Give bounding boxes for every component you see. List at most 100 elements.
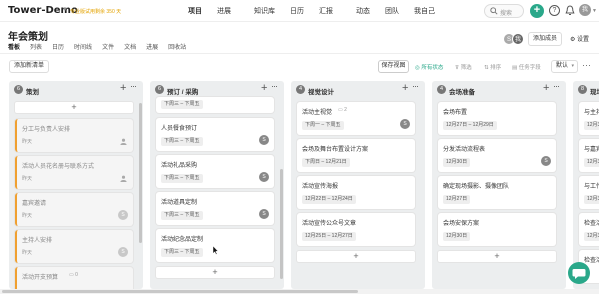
tab-timeline[interactable]: 时间线 bbox=[74, 42, 92, 51]
column-title[interactable]: 会场准备 bbox=[449, 86, 475, 96]
status-filter-button[interactable]: ◎ 所有状态 bbox=[415, 63, 443, 71]
trial-notice[interactable]: 专业版试用剩余 350 天 bbox=[70, 8, 121, 15]
task-date: 12月25日 – 12月27日 bbox=[302, 232, 356, 241]
task-card[interactable]: 确定现场摄影、摄像团队 12月27日 bbox=[438, 176, 556, 209]
chat-icon bbox=[572, 269, 586, 279]
add-task-plus-icon[interactable]: + bbox=[402, 82, 408, 94]
tab-progress[interactable]: 进展 bbox=[146, 42, 158, 51]
chat-button[interactable] bbox=[568, 262, 590, 284]
column-more-icon[interactable]: ··· bbox=[553, 81, 560, 91]
view-select[interactable]: 默认 ▾ bbox=[551, 60, 578, 73]
nav-me[interactable]: 我自己 bbox=[414, 6, 435, 16]
task-card[interactable]: 与主持 12月31 bbox=[579, 102, 599, 135]
tab-trash[interactable]: 回收站 bbox=[168, 42, 186, 51]
add-list-button[interactable]: 添加新清单 bbox=[9, 60, 49, 73]
column-title[interactable]: 现场 bbox=[590, 86, 599, 96]
user-avatar[interactable]: 我 bbox=[579, 4, 591, 16]
task-card[interactable]: 人员餐食预订 下周三 – 下周五 S bbox=[156, 118, 274, 151]
assignee-avatar[interactable]: S bbox=[259, 135, 269, 145]
toolbar-more-icon[interactable]: ··· bbox=[582, 60, 591, 70]
task-card[interactable]: 与嘉宾 12月31 bbox=[579, 139, 599, 172]
add-task-plus-icon[interactable]: + bbox=[120, 82, 126, 94]
task-card[interactable]: 下周三 – 下周五 bbox=[156, 97, 274, 113]
sort-button[interactable]: ⇅ 排序 bbox=[484, 63, 501, 71]
person-icon[interactable] bbox=[120, 138, 127, 145]
task-card[interactable]: 分工与负责人安排 昨天 bbox=[15, 119, 133, 152]
nav-projects[interactable]: 项目 bbox=[188, 6, 202, 16]
bell-icon[interactable] bbox=[565, 5, 575, 16]
scrollbar-thumb[interactable] bbox=[2, 290, 358, 293]
task-card[interactable]: 嘉宾邀请 昨天 S bbox=[15, 193, 133, 226]
workspace-caret-icon[interactable]: ▼ bbox=[62, 7, 68, 13]
add-task-plus-icon[interactable]: + bbox=[261, 82, 267, 94]
tab-list[interactable]: 列表 bbox=[30, 42, 42, 51]
board-horizontal-scrollbar[interactable] bbox=[0, 289, 599, 294]
task-card[interactable]: 主持人安排 昨天 S bbox=[15, 230, 133, 263]
task-date: 下周三 – 下周五 bbox=[161, 248, 203, 257]
task-card[interactable]: 活动礼品采购 下周三 – 下周五 S bbox=[156, 155, 274, 188]
help-icon[interactable]: ? bbox=[549, 5, 560, 16]
assignee-avatar[interactable]: S bbox=[541, 156, 551, 166]
nav-knowledge[interactable]: 知识库 bbox=[254, 6, 275, 16]
column-header: 4 视觉设计 + ··· bbox=[291, 81, 425, 99]
tab-calendar[interactable]: 日历 bbox=[52, 42, 64, 51]
search-box[interactable]: 搜索 bbox=[484, 4, 524, 18]
filter-button[interactable]: ⊽ 筛选 bbox=[455, 63, 472, 71]
nav-progress[interactable]: 进展 bbox=[217, 6, 231, 16]
nav-calendar[interactable]: 日历 bbox=[290, 6, 304, 16]
task-card[interactable]: 活动宣传公众号文章 12月25日 – 12月27日 bbox=[297, 213, 415, 246]
add-task-button[interactable]: + bbox=[438, 251, 556, 262]
assignee-avatar[interactable]: S bbox=[259, 172, 269, 182]
tab-docs[interactable]: 文档 bbox=[124, 42, 136, 51]
nav-team[interactable]: 团队 bbox=[385, 6, 399, 16]
assignee-avatar[interactable]: S bbox=[118, 247, 128, 257]
subtask-count-value: 0 bbox=[75, 272, 78, 278]
task-title: 与嘉宾 bbox=[584, 147, 599, 153]
add-task-button[interactable]: + bbox=[15, 102, 133, 113]
search-icon bbox=[490, 7, 498, 15]
task-title: 与工作 bbox=[584, 184, 599, 190]
task-date: 12月30日 bbox=[443, 158, 471, 167]
column-more-icon[interactable]: ··· bbox=[130, 81, 137, 91]
tab-files[interactable]: 文件 bbox=[102, 42, 114, 51]
task-card[interactable]: 活动人员花名册与联系方式 昨天 bbox=[15, 156, 133, 189]
column-title[interactable]: 策划 bbox=[26, 86, 39, 96]
task-card[interactable]: 检查活 12月31 bbox=[579, 213, 599, 246]
column-scrollbar[interactable] bbox=[139, 103, 142, 243]
nav-report[interactable]: 汇报 bbox=[319, 6, 333, 16]
member-avatar[interactable]: 我 bbox=[512, 33, 524, 45]
assignee-avatar[interactable]: S bbox=[400, 119, 410, 129]
assignee-avatar[interactable]: S bbox=[259, 209, 269, 219]
task-card[interactable]: 会场安保方案 12月30日 bbox=[438, 213, 556, 246]
column-scrollbar[interactable] bbox=[280, 169, 283, 279]
create-plus-icon[interactable]: + bbox=[530, 4, 544, 18]
task-date: 12月30日 bbox=[443, 232, 471, 241]
assignee-avatar[interactable]: S bbox=[118, 210, 128, 220]
tab-board[interactable]: 看板 bbox=[8, 42, 20, 51]
task-card[interactable]: 与工作 12月31 bbox=[579, 176, 599, 209]
task-card[interactable]: 活动开支预算 ▭ 0 bbox=[15, 267, 133, 289]
nav-activity[interactable]: 动态 bbox=[356, 6, 370, 16]
person-icon[interactable] bbox=[120, 175, 127, 182]
add-task-button[interactable]: + bbox=[156, 267, 274, 278]
task-date: 下周三 – 下周五 bbox=[161, 211, 203, 220]
add-task-plus-icon[interactable]: + bbox=[543, 82, 549, 94]
task-card[interactable]: 活动道具定制 下周三 – 下周五 S bbox=[156, 192, 274, 225]
kanban-board: 6 策划 + ··· + 分工与负责人安排 昨天 活动人员花名册与联系方式 昨天… bbox=[0, 79, 599, 295]
task-card[interactable]: 活动宣传海报 12月22日 – 12月24日 bbox=[297, 176, 415, 209]
user-caret-icon[interactable]: ▼ bbox=[592, 8, 597, 14]
task-title: 分发活动流程表 bbox=[443, 147, 486, 153]
save-view-button[interactable]: 保存视图 bbox=[378, 60, 409, 73]
task-card[interactable]: 分发活动流程表 12月30日 S bbox=[438, 139, 556, 172]
column-more-icon[interactable]: ··· bbox=[412, 81, 419, 91]
column-title[interactable]: 视觉设计 bbox=[308, 86, 334, 96]
task-fields-button[interactable]: ▤ 任务字段 bbox=[512, 63, 541, 71]
task-card[interactable]: 会场布置 12月27日 – 12月29日 bbox=[438, 102, 556, 135]
task-card[interactable]: 活动主视觉 ▭ 2 下周一 – 下周五 S bbox=[297, 102, 415, 135]
task-card[interactable]: 会场及舞台布置设计方案 下周日 – 12月21日 bbox=[297, 139, 415, 172]
add-member-button[interactable]: 添加成员 bbox=[528, 32, 562, 46]
column-title[interactable]: 预订 / 采购 bbox=[167, 86, 198, 96]
add-task-button[interactable]: + bbox=[297, 251, 415, 262]
settings-button[interactable]: ⚙ 设置 bbox=[570, 34, 589, 43]
column-more-icon[interactable]: ··· bbox=[271, 81, 278, 91]
